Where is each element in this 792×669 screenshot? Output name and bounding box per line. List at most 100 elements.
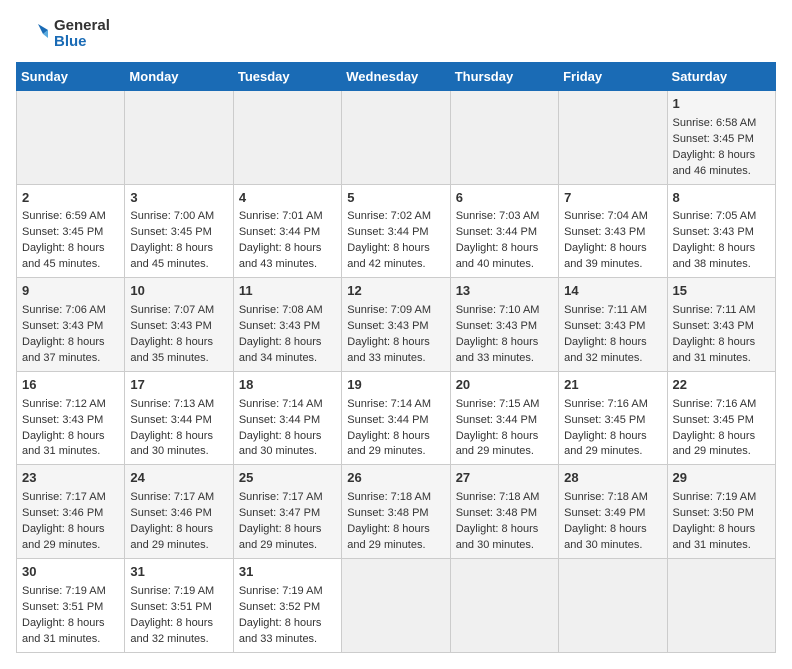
day-of-week-header: Tuesday	[233, 63, 341, 91]
calendar-day-cell: 28Sunrise: 7:18 AMSunset: 3:49 PMDayligh…	[559, 465, 667, 559]
day-number: 14	[564, 282, 661, 301]
sunrise-text: Sunrise: 7:07 AM	[130, 304, 214, 316]
sunset-text: Sunset: 3:52 PM	[239, 601, 320, 613]
sunrise-text: Sunrise: 7:04 AM	[564, 210, 648, 222]
calendar-day-cell	[342, 91, 450, 185]
day-number: 18	[239, 376, 336, 395]
day-of-week-header: Saturday	[667, 63, 775, 91]
sunset-text: Sunset: 3:43 PM	[564, 320, 645, 332]
calendar-day-cell: 6Sunrise: 7:03 AMSunset: 3:44 PMDaylight…	[450, 184, 558, 278]
daylight-text: Daylight: 8 hours and 43 minutes.	[239, 242, 322, 270]
daylight-text: Daylight: 8 hours and 29 minutes.	[564, 430, 647, 458]
sunrise-text: Sunrise: 7:18 AM	[456, 491, 540, 503]
day-of-week-header: Friday	[559, 63, 667, 91]
calendar-header-row: SundayMondayTuesdayWednesdayThursdayFrid…	[17, 63, 776, 91]
calendar-day-cell: 16Sunrise: 7:12 AMSunset: 3:43 PMDayligh…	[17, 371, 125, 465]
day-number: 16	[22, 376, 119, 395]
sunset-text: Sunset: 3:45 PM	[673, 414, 754, 426]
calendar-day-cell: 9Sunrise: 7:06 AMSunset: 3:43 PMDaylight…	[17, 278, 125, 372]
daylight-text: Daylight: 8 hours and 45 minutes.	[22, 242, 105, 270]
calendar-day-cell: 21Sunrise: 7:16 AMSunset: 3:45 PMDayligh…	[559, 371, 667, 465]
sunrise-text: Sunrise: 7:17 AM	[22, 491, 106, 503]
day-number: 20	[456, 376, 553, 395]
day-number: 1	[673, 95, 770, 114]
calendar-day-cell: 15Sunrise: 7:11 AMSunset: 3:43 PMDayligh…	[667, 278, 775, 372]
day-number: 4	[239, 189, 336, 208]
calendar-day-cell	[559, 558, 667, 652]
daylight-text: Daylight: 8 hours and 30 minutes.	[456, 523, 539, 551]
daylight-text: Daylight: 8 hours and 38 minutes.	[673, 242, 756, 270]
sunrise-text: Sunrise: 7:16 AM	[564, 398, 648, 410]
sunrise-text: Sunrise: 7:09 AM	[347, 304, 431, 316]
calendar-day-cell: 31Sunrise: 7:19 AMSunset: 3:52 PMDayligh…	[233, 558, 341, 652]
day-number: 27	[456, 469, 553, 488]
daylight-text: Daylight: 8 hours and 29 minutes.	[673, 430, 756, 458]
day-number: 17	[130, 376, 227, 395]
calendar-day-cell	[125, 91, 233, 185]
calendar-day-cell: 26Sunrise: 7:18 AMSunset: 3:48 PMDayligh…	[342, 465, 450, 559]
calendar-week-row: 2Sunrise: 6:59 AMSunset: 3:45 PMDaylight…	[17, 184, 776, 278]
calendar-day-cell	[450, 558, 558, 652]
sunrise-text: Sunrise: 6:58 AM	[673, 117, 757, 129]
day-number: 3	[130, 189, 227, 208]
sunrise-text: Sunrise: 7:17 AM	[239, 491, 323, 503]
calendar-day-cell: 19Sunrise: 7:14 AMSunset: 3:44 PMDayligh…	[342, 371, 450, 465]
sunrise-text: Sunrise: 7:14 AM	[239, 398, 323, 410]
sunset-text: Sunset: 3:48 PM	[456, 507, 537, 519]
calendar-day-cell	[559, 91, 667, 185]
sunrise-text: Sunrise: 7:18 AM	[347, 491, 431, 503]
sunset-text: Sunset: 3:43 PM	[347, 320, 428, 332]
daylight-text: Daylight: 8 hours and 33 minutes.	[456, 336, 539, 364]
daylight-text: Daylight: 8 hours and 39 minutes.	[564, 242, 647, 270]
day-number: 21	[564, 376, 661, 395]
daylight-text: Daylight: 8 hours and 29 minutes.	[456, 430, 539, 458]
calendar-day-cell: 2Sunrise: 6:59 AMSunset: 3:45 PMDaylight…	[17, 184, 125, 278]
day-number: 9	[22, 282, 119, 301]
sunrise-text: Sunrise: 7:10 AM	[456, 304, 540, 316]
daylight-text: Daylight: 8 hours and 29 minutes.	[347, 523, 430, 551]
calendar-day-cell: 22Sunrise: 7:16 AMSunset: 3:45 PMDayligh…	[667, 371, 775, 465]
day-number: 31	[239, 563, 336, 582]
daylight-text: Daylight: 8 hours and 40 minutes.	[456, 242, 539, 270]
calendar-day-cell: 5Sunrise: 7:02 AMSunset: 3:44 PMDaylight…	[342, 184, 450, 278]
sunset-text: Sunset: 3:51 PM	[130, 601, 211, 613]
sunrise-text: Sunrise: 7:19 AM	[22, 585, 106, 597]
calendar-week-row: 30Sunrise: 7:19 AMSunset: 3:51 PMDayligh…	[17, 558, 776, 652]
logo-graphic	[16, 16, 52, 52]
calendar-day-cell: 18Sunrise: 7:14 AMSunset: 3:44 PMDayligh…	[233, 371, 341, 465]
sunrise-text: Sunrise: 7:19 AM	[130, 585, 214, 597]
sunset-text: Sunset: 3:43 PM	[130, 320, 211, 332]
daylight-text: Daylight: 8 hours and 31 minutes.	[22, 430, 105, 458]
logo-container: General Blue	[16, 16, 110, 52]
calendar-day-cell: 1Sunrise: 6:58 AMSunset: 3:45 PMDaylight…	[667, 91, 775, 185]
sunset-text: Sunset: 3:51 PM	[22, 601, 103, 613]
sunset-text: Sunset: 3:45 PM	[673, 133, 754, 145]
sunset-text: Sunset: 3:48 PM	[347, 507, 428, 519]
calendar-day-cell: 4Sunrise: 7:01 AMSunset: 3:44 PMDaylight…	[233, 184, 341, 278]
sunrise-text: Sunrise: 7:08 AM	[239, 304, 323, 316]
sunset-text: Sunset: 3:43 PM	[673, 320, 754, 332]
day-of-week-header: Sunday	[17, 63, 125, 91]
calendar-day-cell: 17Sunrise: 7:13 AMSunset: 3:44 PMDayligh…	[125, 371, 233, 465]
sunset-text: Sunset: 3:43 PM	[673, 226, 754, 238]
day-number: 11	[239, 282, 336, 301]
daylight-text: Daylight: 8 hours and 30 minutes.	[564, 523, 647, 551]
daylight-text: Daylight: 8 hours and 29 minutes.	[239, 523, 322, 551]
day-number: 19	[347, 376, 444, 395]
logo: General Blue	[16, 16, 110, 52]
daylight-text: Daylight: 8 hours and 29 minutes.	[22, 523, 105, 551]
sunset-text: Sunset: 3:49 PM	[564, 507, 645, 519]
daylight-text: Daylight: 8 hours and 29 minutes.	[347, 430, 430, 458]
calendar-table: SundayMondayTuesdayWednesdayThursdayFrid…	[16, 62, 776, 653]
day-number: 28	[564, 469, 661, 488]
daylight-text: Daylight: 8 hours and 45 minutes.	[130, 242, 213, 270]
calendar-day-cell: 20Sunrise: 7:15 AMSunset: 3:44 PMDayligh…	[450, 371, 558, 465]
sunset-text: Sunset: 3:43 PM	[456, 320, 537, 332]
calendar-week-row: 16Sunrise: 7:12 AMSunset: 3:43 PMDayligh…	[17, 371, 776, 465]
daylight-text: Daylight: 8 hours and 32 minutes.	[564, 336, 647, 364]
calendar-day-cell: 12Sunrise: 7:09 AMSunset: 3:43 PMDayligh…	[342, 278, 450, 372]
day-number: 2	[22, 189, 119, 208]
daylight-text: Daylight: 8 hours and 30 minutes.	[130, 430, 213, 458]
sunrise-text: Sunrise: 7:14 AM	[347, 398, 431, 410]
calendar-week-row: 23Sunrise: 7:17 AMSunset: 3:46 PMDayligh…	[17, 465, 776, 559]
